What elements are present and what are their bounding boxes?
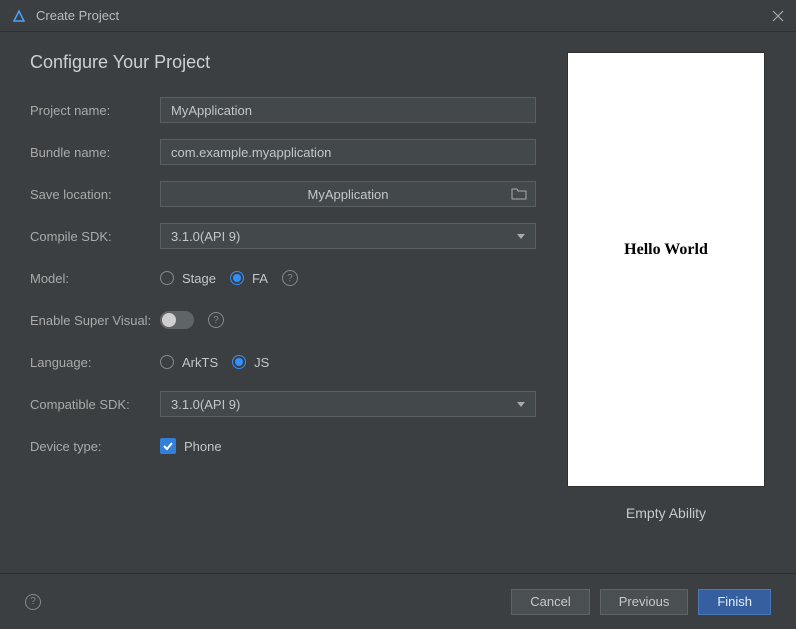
preview-canvas: Hello World bbox=[567, 52, 765, 487]
label-enable-super-visual: Enable Super Visual: bbox=[30, 313, 160, 328]
toggle-knob bbox=[162, 313, 176, 327]
page-heading: Configure Your Project bbox=[30, 52, 536, 73]
preview-template-name: Empty Ability bbox=[626, 505, 706, 521]
chevron-down-icon bbox=[517, 234, 525, 239]
device-type-phone-checkbox[interactable]: Phone bbox=[160, 438, 222, 454]
super-visual-toggle[interactable] bbox=[160, 311, 194, 329]
window-title: Create Project bbox=[36, 8, 770, 23]
radio-icon bbox=[230, 271, 244, 285]
radio-icon bbox=[160, 271, 174, 285]
titlebar: Create Project bbox=[0, 0, 796, 32]
preview-hello-world: Hello World bbox=[624, 241, 708, 259]
compatible-sdk-select[interactable]: 3.1.0(API 9) bbox=[160, 391, 536, 417]
language-js-label: JS bbox=[254, 355, 269, 370]
save-location-text: MyApplication bbox=[161, 187, 535, 202]
model-radio-fa[interactable]: FA bbox=[230, 271, 268, 286]
bundle-name-input[interactable] bbox=[160, 139, 536, 165]
app-logo-icon bbox=[10, 7, 28, 25]
compile-sdk-select[interactable]: 3.1.0(API 9) bbox=[160, 223, 536, 249]
previous-button[interactable]: Previous bbox=[600, 589, 689, 615]
save-location-input[interactable]: MyApplication bbox=[160, 181, 536, 207]
label-bundle-name: Bundle name: bbox=[30, 145, 160, 160]
label-compile-sdk: Compile SDK: bbox=[30, 229, 160, 244]
checkbox-checked-icon bbox=[160, 438, 176, 454]
chevron-down-icon bbox=[517, 402, 525, 407]
label-model: Model: bbox=[30, 271, 160, 286]
model-stage-label: Stage bbox=[182, 271, 216, 286]
radio-icon bbox=[232, 355, 246, 369]
help-icon[interactable]: ? bbox=[208, 312, 224, 328]
form-panel: Configure Your Project Project name: Bun… bbox=[30, 52, 561, 563]
compatible-sdk-value: 3.1.0(API 9) bbox=[171, 397, 240, 412]
main-content: Configure Your Project Project name: Bun… bbox=[0, 32, 796, 573]
footer: ? Cancel Previous Finish bbox=[0, 573, 796, 629]
compile-sdk-value: 3.1.0(API 9) bbox=[171, 229, 240, 244]
model-fa-label: FA bbox=[252, 271, 268, 286]
language-arkts-label: ArkTS bbox=[182, 355, 218, 370]
label-compatible-sdk: Compatible SDK: bbox=[30, 397, 160, 412]
finish-button[interactable]: Finish bbox=[698, 589, 771, 615]
language-radio-js[interactable]: JS bbox=[232, 355, 269, 370]
help-icon[interactable]: ? bbox=[282, 270, 298, 286]
close-icon[interactable] bbox=[770, 8, 786, 24]
preview-panel: Hello World Empty Ability bbox=[561, 52, 771, 563]
label-save-location: Save location: bbox=[30, 187, 160, 202]
model-radio-stage[interactable]: Stage bbox=[160, 271, 216, 286]
label-device-type: Device type: bbox=[30, 439, 160, 454]
language-radio-arkts[interactable]: ArkTS bbox=[160, 355, 218, 370]
cancel-button[interactable]: Cancel bbox=[511, 589, 589, 615]
label-project-name: Project name: bbox=[30, 103, 160, 118]
project-name-input[interactable] bbox=[160, 97, 536, 123]
help-icon[interactable]: ? bbox=[25, 594, 41, 610]
device-type-phone-label: Phone bbox=[184, 439, 222, 454]
folder-icon[interactable] bbox=[511, 187, 527, 201]
radio-icon bbox=[160, 355, 174, 369]
label-language: Language: bbox=[30, 355, 160, 370]
